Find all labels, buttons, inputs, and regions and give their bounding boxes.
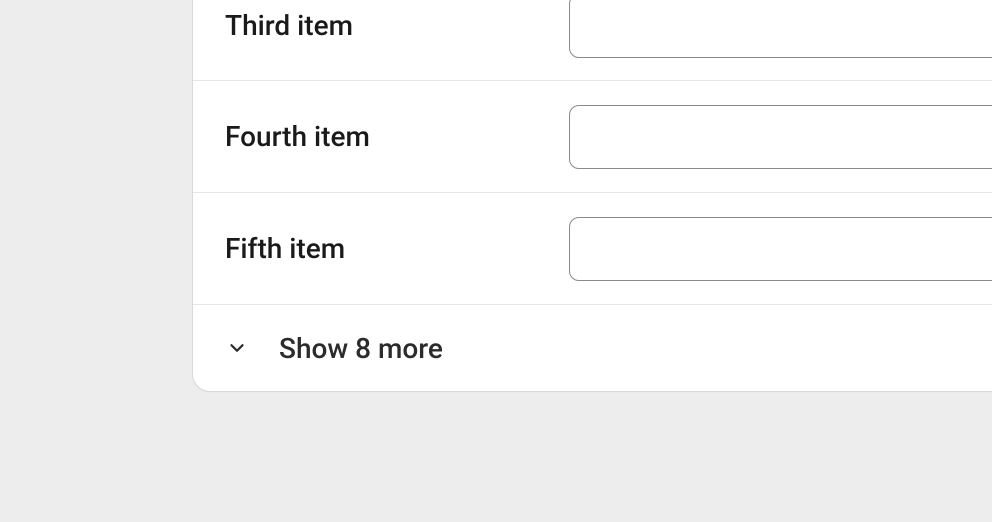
chevron-down-icon <box>225 336 249 360</box>
list-row: Fourth item <box>193 81 992 193</box>
list-row: Third item <box>193 0 992 81</box>
row-input[interactable] <box>569 0 992 58</box>
list-row: Fifth item <box>193 193 992 305</box>
row-label: Third item <box>225 9 569 42</box>
row-input[interactable] <box>569 217 992 281</box>
row-input-wrap <box>569 0 992 58</box>
row-input-wrap <box>569 217 992 281</box>
row-label: Fifth item <box>225 232 569 265</box>
show-more-label: Show 8 more <box>279 332 443 365</box>
list-card: Third item Fourth item Fifth item Show 8… <box>192 0 992 392</box>
row-label: Fourth item <box>225 120 569 153</box>
row-input-wrap <box>569 105 992 169</box>
row-input[interactable] <box>569 105 992 169</box>
show-more-button[interactable]: Show 8 more <box>193 305 992 391</box>
